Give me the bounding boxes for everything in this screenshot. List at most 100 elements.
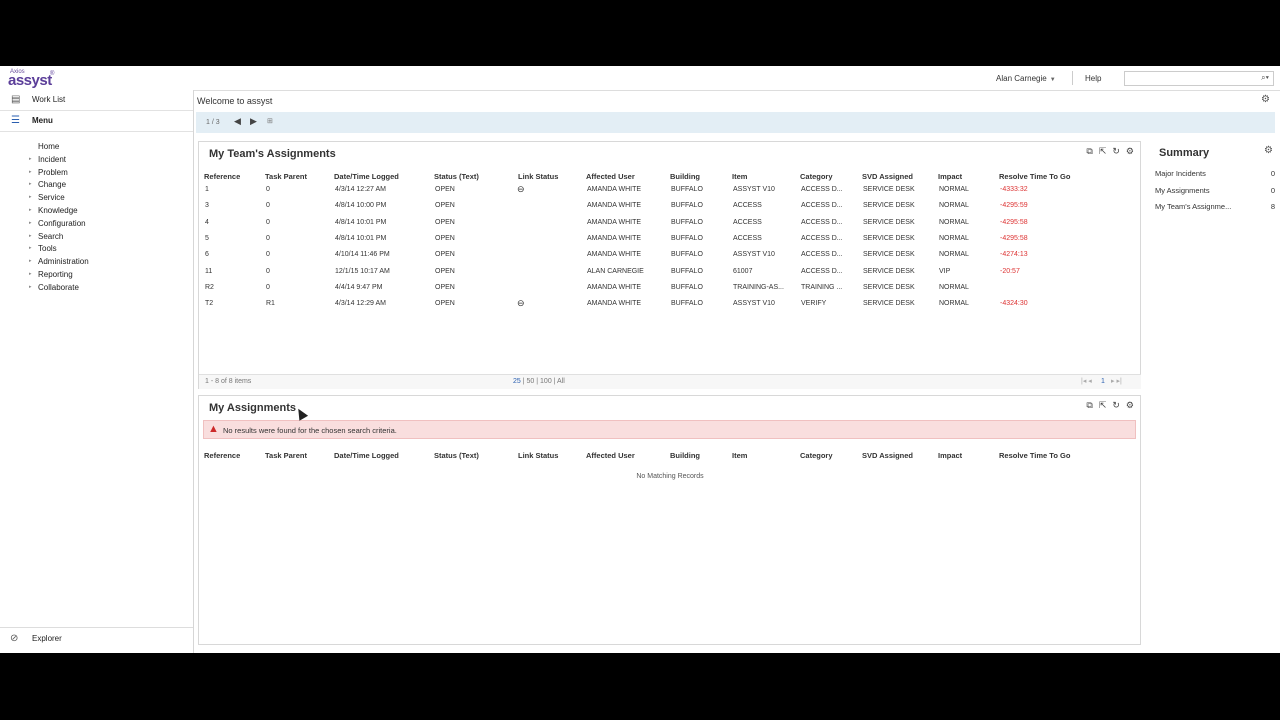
first-page-icon[interactable]: |◂ ◂: [1081, 377, 1092, 385]
column-header[interactable]: Status (Text): [434, 172, 479, 181]
menu-item-label: Administration: [38, 257, 89, 267]
summary-item[interactable]: Major Incidents 0: [1155, 169, 1275, 185]
cell-building: BUFFALO: [671, 251, 703, 259]
column-header[interactable]: Date/Time Logged: [334, 172, 399, 181]
cell-item: ACCESS: [733, 218, 762, 226]
sidebar-menu-header[interactable]: ☰ Menu: [0, 111, 193, 132]
layout-icon[interactable]: ⊞: [267, 117, 273, 125]
link-icon[interactable]: ⊖: [517, 184, 525, 195]
search-type-icon[interactable]: ⌕▾: [1261, 73, 1269, 83]
sidebar-worklist[interactable]: ▤ Work List: [0, 90, 193, 111]
expand-arrow-icon[interactable]: ▸: [29, 156, 32, 162]
page-size-option[interactable]: All: [557, 378, 565, 385]
gear-icon[interactable]: ⚙: [1261, 94, 1270, 105]
expand-arrow-icon[interactable]: ▸: [29, 220, 32, 226]
column-header[interactable]: Task Parent: [265, 172, 307, 181]
column-header[interactable]: SVD Assigned: [862, 451, 913, 460]
current-page[interactable]: 1: [1101, 378, 1105, 385]
expand-arrow-icon[interactable]: ▸: [29, 194, 32, 200]
expand-arrow-icon[interactable]: ▸: [29, 284, 32, 290]
column-header[interactable]: Link Status: [518, 451, 558, 460]
expand-arrow-icon[interactable]: ▸: [29, 245, 32, 251]
previous-page-icon[interactable]: ◀: [234, 116, 241, 127]
export-icon[interactable]: ⧉: [1086, 400, 1092, 410]
worklist-label: Work List: [32, 95, 66, 104]
cell-user: AMANDA WHITE: [587, 234, 642, 242]
cell-building: BUFFALO: [671, 202, 703, 210]
page-size-option[interactable]: 100: [540, 378, 552, 385]
column-header[interactable]: Reference: [204, 451, 240, 460]
popout-icon[interactable]: ⇱: [1099, 146, 1107, 156]
cell-svd: SERVICE DESK: [863, 251, 915, 259]
gear-icon[interactable]: ⚙: [1126, 400, 1134, 410]
next-page-icon[interactable]: ▶: [250, 116, 257, 127]
cell-category: ACCESS D...: [801, 267, 843, 275]
cell-impact: NORMAL: [939, 186, 969, 193]
panel-title: My Team's Assignments: [209, 148, 336, 160]
column-header[interactable]: Item: [732, 451, 747, 460]
column-header[interactable]: Building: [670, 451, 700, 460]
cell-resolve: -4295:58: [1000, 218, 1028, 226]
table-row[interactable]: 1 0 4/3/14 12:27 AM OPEN ⊖ AMANDA WHITE BUFFAL…: [199, 183, 1141, 199]
column-header[interactable]: Reference: [204, 172, 240, 181]
column-header[interactable]: Impact: [938, 172, 962, 181]
table-row[interactable]: R2 0 4/4/14 9:47 PM OPEN AMANDA WHITE BUFFALO…: [199, 281, 1141, 297]
page-size-selector: 25 | 50 | 100 | All: [513, 378, 565, 385]
gear-icon[interactable]: ⚙: [1264, 145, 1273, 156]
expand-arrow-icon[interactable]: ▸: [29, 271, 32, 277]
column-header[interactable]: Status (Text): [434, 451, 479, 460]
global-search-input[interactable]: ⌕▾: [1124, 71, 1274, 86]
column-header[interactable]: Link Status: [518, 172, 558, 181]
column-header[interactable]: Building: [670, 172, 700, 181]
column-header[interactable]: Resolve Time To Go: [999, 172, 1070, 181]
column-header[interactable]: SVD Assigned: [862, 172, 913, 181]
table-row[interactable]: 11 0 12/1/15 10:17 AM OPEN ALAN CARNEGIE BUFF…: [199, 265, 1141, 281]
cell-parent: 0: [266, 202, 270, 210]
column-header[interactable]: Affected User: [586, 172, 635, 181]
table-row[interactable]: 5 0 4/8/14 10:01 PM OPEN AMANDA WHITE BUFFALO…: [199, 232, 1141, 248]
page-size-option[interactable]: 25: [513, 378, 521, 385]
cell-resolve: -4295:59: [1000, 202, 1028, 210]
expand-arrow-icon[interactable]: ▸: [29, 169, 32, 175]
page-title: Welcome to assyst: [197, 96, 273, 106]
empty-state: No Matching Records: [636, 473, 704, 480]
table-row[interactable]: T2 R1 4/3/14 12:29 AM OPEN ⊖ AMANDA WHITE BUFF…: [199, 297, 1141, 313]
column-header[interactable]: Affected User: [586, 451, 635, 460]
export-icon[interactable]: ⧉: [1086, 146, 1092, 156]
expand-arrow-icon[interactable]: ▸: [29, 207, 32, 213]
summary-item[interactable]: My Assignments 0: [1155, 186, 1275, 202]
cell-resolve: -4295:58: [1000, 234, 1028, 242]
gear-icon[interactable]: ⚙: [1126, 146, 1134, 156]
expand-arrow-icon[interactable]: ▸: [29, 233, 32, 239]
user-menu[interactable]: Alan Carnegie ▼: [996, 74, 1056, 83]
summary-item[interactable]: My Team's Assignme... 8: [1155, 202, 1275, 218]
cell-item: TRAINING-AS...: [733, 283, 784, 291]
link-icon[interactable]: ⊖: [517, 298, 525, 309]
menu-item-label: Search: [38, 231, 64, 241]
refresh-icon[interactable]: ↻: [1112, 146, 1120, 156]
cell-parent: R1: [266, 300, 275, 308]
table-row[interactable]: 3 0 4/8/14 10:00 PM OPEN AMANDA WHITE BUFFALO…: [199, 199, 1141, 215]
column-header[interactable]: Resolve Time To Go: [999, 451, 1070, 460]
column-header[interactable]: Category: [800, 451, 833, 460]
popout-icon[interactable]: ⇱: [1099, 400, 1107, 410]
column-header[interactable]: Item: [732, 172, 747, 181]
last-page-icon[interactable]: ▸ ▸|: [1111, 377, 1122, 385]
cell-category: ACCESS D...: [801, 202, 843, 210]
menu-label: Menu: [32, 116, 53, 125]
cell-logged: 4/3/14 12:27 AM: [335, 186, 386, 193]
help-link[interactable]: Help: [1085, 74, 1101, 83]
refresh-icon[interactable]: ↻: [1112, 400, 1120, 410]
table-row[interactable]: 6 0 4/10/14 11:46 PM OPEN AMANDA WHITE BUFFAL…: [199, 248, 1141, 264]
column-header[interactable]: Task Parent: [265, 451, 307, 460]
cell-parent: 0: [266, 283, 270, 291]
cell-logged: 4/10/14 11:46 PM: [335, 251, 390, 259]
column-header[interactable]: Category: [800, 172, 833, 181]
expand-arrow-icon[interactable]: ▸: [29, 181, 32, 187]
column-header[interactable]: Impact: [938, 451, 962, 460]
expand-arrow-icon[interactable]: ▸: [29, 258, 32, 264]
sidebar-explorer[interactable]: ⊘ Explorer: [0, 627, 193, 650]
column-header[interactable]: Date/Time Logged: [334, 451, 399, 460]
cell-logged: 4/8/14 10:01 PM: [335, 218, 387, 226]
table-row[interactable]: 4 0 4/8/14 10:01 PM OPEN AMANDA WHITE BUFFALO…: [199, 216, 1141, 232]
